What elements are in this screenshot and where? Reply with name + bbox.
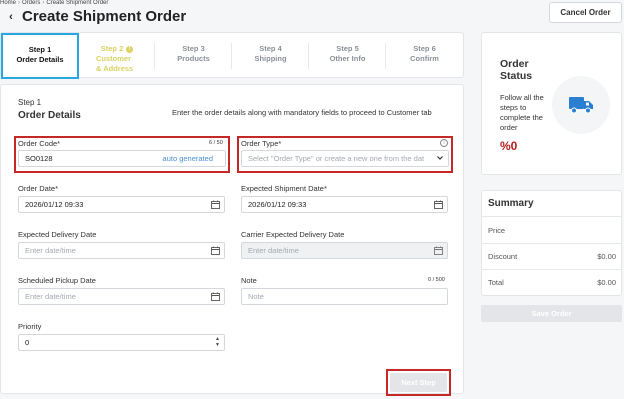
breadcrumb-separator-icon: › [18, 0, 21, 6]
step-label: Customer & Address [96, 54, 134, 73]
back-arrow-icon[interactable]: ‹ [5, 12, 17, 24]
page-title: Create Shipment Order [22, 8, 187, 25]
expected-delivery-date-input[interactable]: Enter date/time [18, 242, 225, 259]
expected-shipment-date-label: Expected Shipment Date* [241, 184, 327, 193]
section-step: Step 1 [18, 98, 42, 107]
calendar-icon [434, 246, 443, 255]
summary-divider [481, 269, 622, 270]
step-label: Products [177, 54, 210, 63]
note-placeholder: Note [248, 292, 264, 301]
section-title: Order Details [18, 110, 81, 121]
summary-price-label: Price [488, 226, 506, 235]
expected-delivery-date-label: Expected Delivery Date [18, 230, 97, 239]
step-label: Confirm [410, 54, 439, 63]
step-label: Shipping [254, 54, 287, 63]
order-type-placeholder: Select "Order Type" or create a new one … [248, 154, 425, 163]
step-3-tab[interactable]: Step 3 Products [155, 33, 232, 79]
step-label: Other Info [329, 54, 366, 63]
step-1-tab[interactable]: Step 1 Order Details [1, 33, 79, 79]
order-code-label: Order Code* [18, 139, 61, 148]
scheduled-pickup-date-label: Scheduled Pickup Date [18, 276, 96, 285]
warning-icon: ! [126, 46, 134, 53]
auto-generated-hint: auto generated [162, 154, 213, 163]
step-5-tab[interactable]: Step 5 Other Info [309, 33, 386, 79]
step-label: Order Details [16, 55, 64, 64]
step-number: Step 3 [182, 44, 205, 53]
breadcrumb-home[interactable]: Home [0, 0, 16, 6]
info-icon[interactable]: i [440, 139, 448, 147]
note-counter: 0 / 500 [428, 277, 445, 283]
calendar-icon[interactable] [434, 200, 443, 209]
save-order-button[interactable]: Save Order [481, 305, 622, 322]
summary-divider [481, 243, 622, 244]
order-date-value: 2026/01/12 09:33 [25, 200, 84, 209]
breadcrumb-current: Create Shipment Order [46, 0, 109, 6]
expected-shipment-date-input[interactable]: 2026/01/12 09:33 [241, 196, 448, 213]
step-4-tab[interactable]: Step 4 Shipping [232, 33, 309, 79]
section-note: Enter the order details along with manda… [172, 108, 432, 117]
next-step-button[interactable]: Next Step [390, 373, 447, 392]
scheduled-pickup-date-input[interactable]: Enter date/time [18, 288, 225, 305]
delivery-truck-icon [569, 97, 593, 114]
summary-title: Summary [488, 198, 534, 209]
chevron-down-icon [437, 156, 443, 160]
order-date-label: Order Date* [18, 184, 59, 193]
note-label: Note [241, 276, 257, 285]
cancel-order-button[interactable]: Cancel Order [549, 2, 622, 23]
summary-total-label: Total [488, 278, 504, 287]
stepper-arrows-icon[interactable]: ▲ ▼ [215, 336, 220, 348]
carrier-expected-delivery-date-input: Enter date/time [241, 242, 448, 259]
order-status-title: Order Status [500, 58, 533, 82]
summary-total-value: $0.00 [597, 278, 616, 287]
priority-label: Priority [18, 322, 42, 331]
step-number: Step 4 [259, 44, 282, 53]
step-number: Step 6 [413, 44, 436, 53]
order-type-label: Order Type* [241, 139, 282, 148]
priority-stepper[interactable]: 0 ▲ ▼ [18, 334, 225, 351]
priority-value: 0 [25, 338, 30, 347]
carrier-expected-delivery-date-label: Carrier Expected Delivery Date [241, 230, 345, 239]
expected-shipment-date-value: 2026/01/12 09:33 [248, 200, 307, 209]
summary-discount-label: Discount [488, 252, 518, 261]
order-code-counter: 6 / 50 [209, 140, 223, 146]
carrier-expected-delivery-date-placeholder: Enter date/time [248, 246, 299, 255]
step-number: Step 2 [100, 44, 124, 53]
summary-divider [481, 216, 622, 217]
note-input[interactable]: Note [241, 288, 448, 305]
breadcrumb: Home › Orders › Create Shipment Order [0, 0, 108, 6]
step-2-tab[interactable]: Step 2! Customer & Address [79, 33, 155, 79]
calendar-icon[interactable] [211, 246, 220, 255]
stepper: Step 1 Order Details Step 2! Customer & … [0, 32, 464, 79]
calendar-icon[interactable] [211, 292, 220, 301]
order-type-select[interactable]: Select "Order Type" or create a new one … [241, 150, 449, 167]
order-status-subtitle: Follow all the steps to complete the ord… [500, 93, 544, 132]
step-number: Step 1 [28, 45, 52, 54]
summary-discount-value: $0.00 [597, 252, 616, 261]
calendar-icon[interactable] [211, 200, 220, 209]
order-date-input[interactable]: 2026/01/12 09:33 [18, 196, 225, 213]
step-6-tab[interactable]: Step 6 Confirm [386, 33, 463, 79]
breadcrumb-separator-icon: › [42, 0, 45, 6]
expected-delivery-date-placeholder: Enter date/time [25, 246, 76, 255]
step-number: Step 5 [336, 44, 359, 53]
breadcrumb-orders[interactable]: Orders [22, 0, 40, 6]
order-code-value: SO0128 [25, 154, 53, 163]
order-status-percent: %0 [500, 139, 518, 153]
scheduled-pickup-date-placeholder: Enter date/time [25, 292, 76, 301]
order-code-input[interactable]: SO0128 auto generated [18, 150, 226, 167]
